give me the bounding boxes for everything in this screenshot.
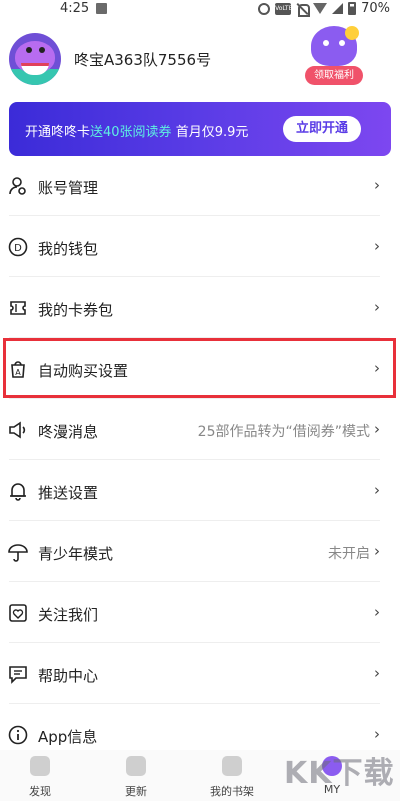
wallet-icon: D: [8, 237, 28, 257]
chevron-right-icon: ›: [374, 176, 380, 194]
avatar-eye-right: [39, 47, 45, 53]
tab-label: 发现: [29, 785, 51, 798]
user-icon: [9, 177, 26, 195]
calendar-icon: [126, 756, 146, 776]
chevron-right-icon: ›: [374, 603, 380, 621]
menu-item-label: 我的钱包: [38, 240, 99, 258]
membership-banner[interactable]: 开通咚咚卡送40张阅读券 首月仅9.9元 立即开通: [9, 102, 391, 156]
svg-text:D: D: [14, 243, 22, 254]
menu-item-account[interactable]: 账号管理 ›: [0, 155, 400, 216]
coin-icon: [345, 26, 359, 40]
welfare-button[interactable]: 领取福利: [305, 26, 363, 86]
ticket-icon: [10, 301, 26, 315]
volte-icon: VoLTE: [275, 2, 292, 15]
menu-item-teen-mode[interactable]: 青少年模式 未开启 ›: [0, 521, 400, 582]
username[interactable]: 咚宝A363队7556号: [74, 49, 211, 70]
menu-item-label: 关注我们: [38, 606, 99, 624]
chat-icon: [9, 666, 27, 684]
umbrella-icon: [8, 544, 28, 562]
menu-item-follow-us[interactable]: 关注我们 ›: [0, 582, 400, 643]
tab-discover[interactable]: 发现: [5, 750, 75, 801]
menu-item-label: 自动购买设置: [38, 362, 129, 380]
chevron-right-icon: ›: [374, 481, 380, 499]
svg-text:A: A: [15, 368, 21, 377]
banner-text: 开通咚咚卡送40张阅读券 首月仅9.9元: [25, 121, 248, 140]
tab-bookshelf[interactable]: 我的书架: [197, 750, 267, 801]
tab-updates[interactable]: 更新: [101, 750, 171, 801]
bookshelf-icon: [222, 756, 242, 776]
menu-item-label: App信息: [38, 728, 98, 746]
settings-menu: 账号管理 › D 我的钱包 › 我的卡券包 › A 自动购买设置 › 咚漫消息 …: [0, 155, 400, 765]
menu-item-label: 我的卡券包: [38, 301, 114, 319]
chevron-right-icon: ›: [374, 420, 380, 438]
status-time: 4:25: [60, 1, 90, 16]
auto-buy-icon: A: [11, 361, 25, 378]
chevron-right-icon: ›: [374, 237, 380, 255]
avatar[interactable]: [9, 33, 61, 85]
heart-icon: [9, 604, 27, 622]
chevron-right-icon: ›: [374, 664, 380, 682]
avatar-eye-left: [26, 47, 32, 53]
tab-label: 更新: [125, 785, 147, 798]
mute-icon: [296, 3, 311, 17]
info-icon: [8, 725, 28, 745]
chevron-right-icon: ›: [374, 542, 380, 560]
menu-item-label: 青少年模式: [38, 545, 114, 563]
menu-item-label: 推送设置: [38, 484, 99, 502]
menu-item-auto-buy[interactable]: A 自动购买设置 ›: [0, 338, 400, 399]
status-icons: VoLTE 70%: [258, 1, 390, 17]
menu-item-label: 账号管理: [38, 179, 99, 197]
mascot-eyes: [321, 40, 347, 46]
discover-icon: [30, 756, 50, 776]
speaker-icon: [9, 421, 26, 439]
menu-item-messages[interactable]: 咚漫消息 25部作品转为“借阅券”模式 ›: [0, 399, 400, 460]
bell-icon: [10, 483, 26, 501]
menu-item-help[interactable]: 帮助中心 ›: [0, 643, 400, 704]
menu-item-value: 未开启: [328, 546, 370, 562]
alarm-icon: [258, 2, 271, 15]
image-icon: [96, 3, 107, 14]
menu-item-value: 25部作品转为“借阅券”模式: [197, 424, 370, 440]
menu-item-wallet[interactable]: D 我的钱包 ›: [0, 216, 400, 277]
chevron-right-icon: ›: [374, 725, 380, 743]
menu-item-label: 帮助中心: [38, 667, 99, 685]
menu-item-coupons[interactable]: 我的卡券包 ›: [0, 277, 400, 338]
menu-item-label: 咚漫消息: [38, 423, 99, 441]
status-bar: 4:25 VoLTE 70%: [0, 0, 400, 18]
watermark: KK下载: [284, 756, 395, 791]
battery-icon: [348, 2, 357, 15]
chevron-right-icon: ›: [374, 298, 380, 316]
chevron-right-icon: ›: [374, 359, 380, 377]
banner-text-highlight: 送40张阅读券: [90, 125, 172, 140]
tab-label: 我的书架: [210, 785, 254, 798]
menu-item-push[interactable]: 推送设置 ›: [0, 460, 400, 521]
wifi-icon: [313, 3, 328, 14]
signal-icon: [332, 3, 344, 14]
banner-text-prefix: 开通咚咚卡: [25, 125, 91, 140]
activate-button[interactable]: 立即开通: [283, 116, 361, 142]
banner-text-suffix: 首月仅9.9元: [175, 125, 249, 140]
welfare-label: 领取福利: [305, 66, 363, 85]
battery-percent: 70%: [361, 1, 390, 16]
